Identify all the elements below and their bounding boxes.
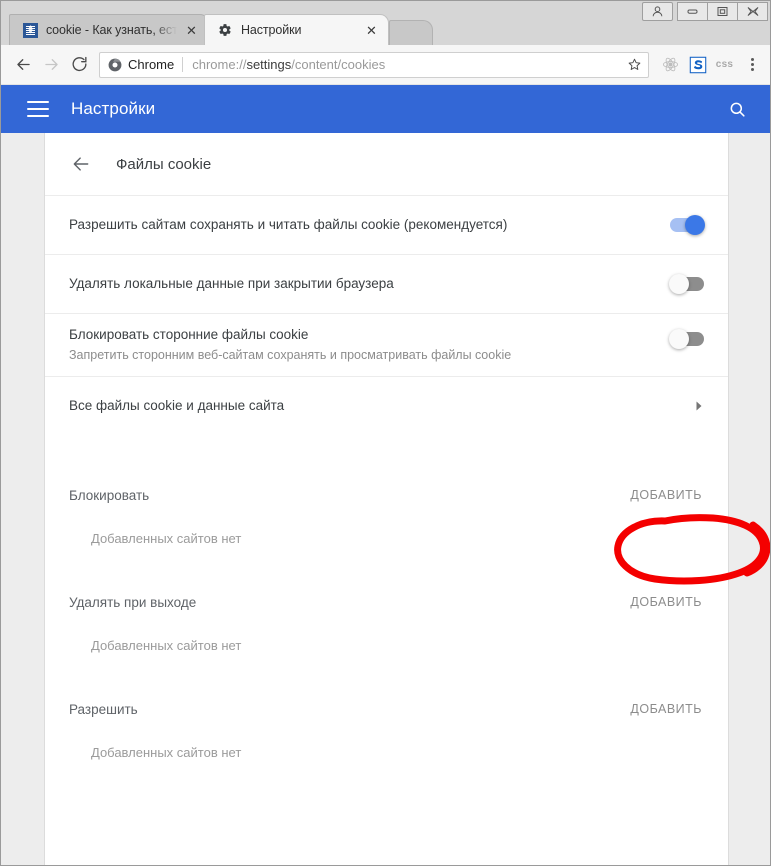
url-text: chrome://settings/content/cookies: [192, 57, 621, 72]
section-header-block: Блокировать ДОБАВИТЬ: [45, 475, 728, 515]
setting-row-block-third-party[interactable]: Блокировать сторонние файлы cookie Запре…: [45, 313, 728, 376]
toggle-wrap: [669, 329, 704, 349]
settings-page: Настройки Файлы cookie Разрешить сайтам …: [1, 85, 770, 865]
subpage-title: Файлы cookie: [116, 155, 212, 173]
section-header-allow: Разрешить ДОБАВИТЬ: [45, 689, 728, 729]
browser-toolbar: Chrome chrome://settings/content/cookies…: [1, 45, 770, 85]
title-bar: cookie - Как узнать, есть ✕ Настройки ✕: [1, 1, 770, 45]
row-primary-label: Все файлы cookie и данные сайта: [69, 397, 285, 413]
toggle-block-third-party[interactable]: [669, 329, 704, 349]
url-bold-segment: settings: [246, 57, 292, 72]
browser-window: cookie - Как узнать, есть ✕ Настройки ✕: [0, 0, 771, 866]
chevron-right-icon: [694, 400, 704, 412]
tab-title: cookie - Как узнать, есть: [46, 23, 177, 37]
section-title: Удалять при выходе: [69, 594, 197, 610]
toggle-knob: [669, 274, 689, 294]
empty-note-allow: Добавленных сайтов нет: [91, 745, 242, 760]
empty-note-clear-on-exit: Добавленных сайтов нет: [91, 638, 242, 653]
window-controls: [642, 2, 768, 21]
settings-app-bar: Настройки: [1, 85, 770, 133]
s-extension-icon[interactable]: [684, 51, 711, 79]
row-labels: Блокировать сторонние файлы cookie Запре…: [69, 325, 670, 365]
settings-content-area: Файлы cookie Разрешить сайтам сохранять …: [1, 133, 770, 865]
profile-avatar-button[interactable]: [642, 2, 673, 21]
new-tab-area: [387, 14, 433, 45]
row-primary-label: Разрешить сайтам сохранять и читать файл…: [69, 216, 508, 232]
tab-settings[interactable]: Настройки ✕: [204, 14, 389, 45]
subpage-header: Файлы cookie: [45, 133, 728, 195]
css-extension-icon[interactable]: css: [711, 51, 738, 79]
add-button-allow[interactable]: ДОБАВИТЬ: [628, 696, 704, 722]
omnibox-divider: [182, 57, 184, 72]
row-primary-label: Удалять локальные данные при закрытии бр…: [69, 275, 394, 291]
hamburger-menu-icon[interactable]: [27, 101, 49, 117]
chrome-menu-icon[interactable]: [740, 51, 764, 79]
chrome-logo-icon: [108, 58, 122, 72]
setting-row-all-cookies-data[interactable]: Все файлы cookie и данные сайта: [45, 376, 728, 435]
tab-cookie-article[interactable]: cookie - Как узнать, есть ✕: [9, 14, 209, 45]
toggle-knob: [669, 329, 689, 349]
setting-row-allow-cookies[interactable]: Разрешить сайтам сохранять и читать файл…: [45, 195, 728, 254]
section-title: Разрешить: [69, 701, 138, 717]
close-button[interactable]: [737, 2, 768, 21]
empty-note-block: Добавленных сайтов нет: [91, 531, 242, 546]
new-tab-button[interactable]: [389, 20, 433, 45]
toggle-clear-on-exit[interactable]: [669, 274, 704, 294]
row-primary-label: Блокировать сторонние файлы cookie: [69, 327, 309, 342]
reload-icon[interactable]: [65, 51, 93, 79]
section-title: Блокировать: [69, 487, 150, 503]
row-labels: Все файлы cookie и данные сайта: [69, 396, 694, 416]
toggle-wrap: [669, 274, 704, 294]
maximize-button[interactable]: [707, 2, 738, 21]
bookmark-star-icon[interactable]: [627, 57, 642, 72]
add-button-clear-on-exit[interactable]: ДОБАВИТЬ: [628, 589, 704, 615]
toggle-allow-cookies[interactable]: [670, 215, 705, 235]
back-arrow-icon[interactable]: [69, 152, 93, 176]
settings-title: Настройки: [71, 99, 156, 118]
tab-close-icon[interactable]: ✕: [183, 22, 200, 39]
forward-icon[interactable]: [37, 51, 65, 79]
setting-row-clear-on-exit[interactable]: Удалять локальные данные при закрытии бр…: [45, 254, 728, 313]
section-header-clear-on-exit: Удалять при выходе ДОБАВИТЬ: [45, 582, 728, 622]
settings-card: Файлы cookie Разрешить сайтам сохранять …: [44, 133, 729, 865]
react-devtools-icon[interactable]: [657, 51, 684, 79]
toggle-wrap: [670, 215, 705, 235]
back-icon[interactable]: [9, 51, 37, 79]
row-secondary-label: Запретить сторонним веб-сайтам сохранять…: [69, 348, 512, 363]
add-button-block[interactable]: ДОБАВИТЬ: [628, 482, 704, 508]
url-prefix: chrome://: [192, 57, 247, 72]
tab-close-icon[interactable]: ✕: [363, 22, 380, 39]
tab-strip: cookie - Как узнать, есть ✕ Настройки ✕: [9, 11, 433, 45]
minimize-button[interactable]: [677, 2, 708, 21]
url-suffix: /content/cookies: [291, 57, 386, 72]
gear-icon: [217, 22, 233, 38]
document-blue-icon: [22, 22, 38, 38]
search-icon[interactable]: [724, 96, 750, 122]
tab-title: Настройки: [241, 23, 302, 37]
row-labels: Удалять локальные данные при закрытии бр…: [69, 274, 670, 294]
address-bar[interactable]: Chrome chrome://settings/content/cookies: [99, 51, 649, 78]
security-chip-label: Chrome: [128, 57, 175, 72]
row-labels: Разрешить сайтам сохранять и читать файл…: [69, 215, 670, 235]
toggle-knob: [685, 215, 705, 235]
